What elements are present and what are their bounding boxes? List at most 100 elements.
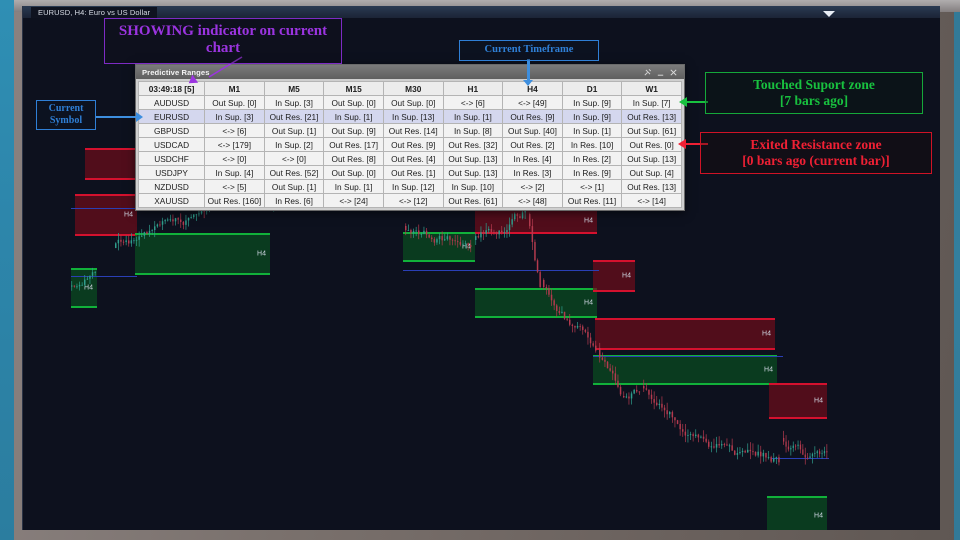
range-cell[interactable]: In Res. [2] — [561, 151, 623, 166]
range-cell[interactable]: Out Res. [2] — [502, 137, 563, 152]
range-cell[interactable]: <-> [1] — [561, 179, 623, 194]
symbol-cell-usdchf[interactable]: USDCHF — [137, 151, 206, 166]
range-cell[interactable]: In Res. [10] — [561, 137, 623, 152]
range-cell[interactable]: Out Res. [13] — [621, 179, 682, 194]
range-cell[interactable]: Out Sup. [0] — [323, 95, 384, 110]
range-cell[interactable]: <-> [12] — [382, 193, 444, 208]
range-cell[interactable]: <-> [14] — [621, 193, 682, 208]
range-cell[interactable]: Out Res. [1] — [382, 165, 444, 180]
range-cell[interactable]: Out Sup. [13] — [442, 165, 504, 180]
range-cell[interactable]: Out Res. [17] — [323, 137, 384, 152]
chevron-down-icon[interactable] — [823, 11, 835, 17]
range-cell[interactable]: Out Res. [52] — [263, 165, 325, 180]
range-cell[interactable]: Out Res. [13] — [621, 109, 682, 124]
range-cell[interactable]: In Sup. [3] — [204, 109, 265, 124]
table-row[interactable]: XAUUSD Out Res. [160] In Res. [6] <-> [24] <… — [137, 193, 682, 208]
chart-tab-eurusd-h4[interactable]: EURUSD, H4: Euro vs US Dollar — [31, 7, 158, 18]
range-cell[interactable]: Out Sup. [0] — [323, 165, 384, 180]
range-cell[interactable]: In Sup. [7] — [621, 95, 682, 110]
symbol-cell-nzdusd[interactable]: NZDUSD — [137, 179, 206, 194]
range-cell[interactable]: In Sup. [4] — [204, 165, 265, 180]
range-cell[interactable]: In Sup. [3] — [263, 95, 325, 110]
column-header-m15[interactable]: M15 — [323, 81, 384, 96]
range-cell[interactable]: Out Res. [21] — [263, 109, 325, 124]
annotation-touched-line2: [7 bars ago] — [779, 92, 849, 108]
range-cell[interactable]: In Res. [3] — [502, 165, 563, 180]
range-cell[interactable]: Out Res. [61] — [442, 193, 504, 208]
symbol-cell-xauusd[interactable]: XAUUSD — [137, 193, 206, 208]
range-cell[interactable]: Out Res. [4] — [382, 151, 444, 166]
range-cell[interactable]: In Sup. [1] — [323, 179, 384, 194]
range-cell[interactable]: Out Res. [0] — [621, 137, 682, 152]
range-cell[interactable]: Out Sup. [0] — [382, 95, 444, 110]
range-cell[interactable]: In Sup. [8] — [442, 123, 504, 138]
column-header-m30[interactable]: M30 — [382, 81, 444, 96]
panel-body: 03:49:18 [5] M1 M5 M15 M30 H1 H4 D1 W1 AUDUSD Ou… — [136, 79, 684, 210]
symbol-cell-usdcad[interactable]: USDCAD — [137, 137, 206, 152]
table-row[interactable]: EURUSD In Sup. [3] Out Res. [21] In Sup. [1… — [137, 109, 682, 124]
range-cell[interactable]: Out Res. [9] — [382, 137, 444, 152]
range-cell[interactable]: <-> [6] — [442, 95, 504, 110]
range-cell[interactable]: In Sup. [9] — [561, 109, 623, 124]
pin-icon[interactable] — [641, 66, 654, 79]
symbol-cell-eurusd[interactable]: EURUSD — [137, 109, 206, 124]
column-header-m1[interactable]: M1 — [204, 81, 265, 96]
range-cell[interactable]: <-> [0] — [263, 151, 325, 166]
range-cell[interactable]: Out Res. [11] — [561, 193, 623, 208]
range-cell[interactable]: In Sup. [9] — [561, 95, 623, 110]
range-cell[interactable]: <-> [5] — [204, 179, 265, 194]
range-cell[interactable]: In Sup. [1] — [442, 109, 504, 124]
symbol-cell-audusd[interactable]: AUDUSD — [137, 95, 206, 110]
table-row[interactable]: NZDUSD <-> [5] Out Sup. [1] In Sup. [1] In S… — [137, 179, 682, 194]
range-cell[interactable]: Out Sup. [1] — [263, 179, 325, 194]
symbol-cell-usdjpy[interactable]: USDJPY — [137, 165, 206, 180]
range-cell[interactable]: In Res. [6] — [263, 193, 325, 208]
range-cell[interactable]: <-> [24] — [323, 193, 384, 208]
table-row[interactable]: USDJPY In Sup. [4] Out Res. [52] Out Sup. [… — [137, 165, 682, 180]
annotation-timeframe-arrowhead — [523, 80, 533, 86]
column-header-h1[interactable]: H1 — [442, 81, 504, 96]
range-cell[interactable]: In Sup. [10] — [442, 179, 504, 194]
range-cell[interactable]: Out Sup. [0] — [204, 95, 265, 110]
predictive-ranges-panel[interactable]: Predictive Ranges 03:49:18 [5] M1 M5 M15… — [135, 64, 685, 211]
range-cell[interactable]: In Sup. [12] — [382, 179, 444, 194]
range-cell[interactable]: Out Res. [9] — [502, 109, 563, 124]
range-cell[interactable]: Out Sup. [40] — [502, 123, 563, 138]
column-header-d1[interactable]: D1 — [561, 81, 623, 96]
range-cell[interactable]: Out Sup. [13] — [442, 151, 504, 166]
symbol-cell-gbpusd[interactable]: GBPUSD — [137, 123, 206, 138]
range-cell[interactable]: <-> [179] — [204, 137, 265, 152]
table-row[interactable]: USDCAD <-> [179] In Sup. [2] Out Res. [17] O… — [137, 137, 682, 152]
minimize-icon[interactable] — [654, 66, 667, 79]
table-row[interactable]: USDCHF <-> [0] <-> [0] Out Res. [8] Out Res.… — [137, 151, 682, 166]
range-cell[interactable]: Out Sup. [61] — [621, 123, 682, 138]
range-cell[interactable]: In Res. [9] — [561, 165, 623, 180]
annotation-showing-indicator: SHOWING indicator on current chart — [104, 18, 342, 64]
range-cell[interactable]: In Sup. [2] — [263, 137, 325, 152]
range-cell[interactable]: Out Res. [32] — [442, 137, 504, 152]
range-cell[interactable]: Out Res. [8] — [323, 151, 384, 166]
close-icon[interactable] — [667, 66, 680, 79]
annotation-symbol-text: Current Symbol — [48, 103, 84, 126]
range-cell[interactable]: Out Sup. [1] — [263, 123, 325, 138]
annotation-exited-arrowhead — [678, 139, 686, 149]
column-header-w1[interactable]: W1 — [621, 81, 682, 96]
range-cell[interactable]: <-> [2] — [502, 179, 563, 194]
range-cell[interactable]: In Res. [4] — [502, 151, 563, 166]
range-cell[interactable]: In Sup. [1] — [323, 109, 384, 124]
range-cell[interactable]: Out Res. [160] — [204, 193, 265, 208]
table-row[interactable]: GBPUSD <-> [6] Out Sup. [1] Out Sup. [9] Out… — [137, 123, 682, 138]
range-cell[interactable]: In Sup. [13] — [382, 109, 444, 124]
range-cell[interactable]: Out Sup. [9] — [323, 123, 384, 138]
desktop-background: EURUSD, H4: Euro vs US Dollar H4 H4 H4 H… — [0, 0, 960, 540]
range-cell[interactable]: Out Sup. [13] — [621, 151, 682, 166]
table-row[interactable]: AUDUSD Out Sup. [0] In Sup. [3] Out Sup. [0… — [137, 95, 682, 110]
range-cell[interactable]: Out Sup. [4] — [621, 165, 682, 180]
column-header-m5[interactable]: M5 — [263, 81, 325, 96]
range-cell[interactable]: <-> [48] — [502, 193, 563, 208]
range-cell[interactable]: <-> [6] — [204, 123, 265, 138]
range-cell[interactable]: <-> [0] — [204, 151, 265, 166]
range-cell[interactable]: Out Res. [14] — [382, 123, 444, 138]
range-cell[interactable]: In Sup. [1] — [561, 123, 623, 138]
range-cell[interactable]: <-> [49] — [502, 95, 563, 110]
